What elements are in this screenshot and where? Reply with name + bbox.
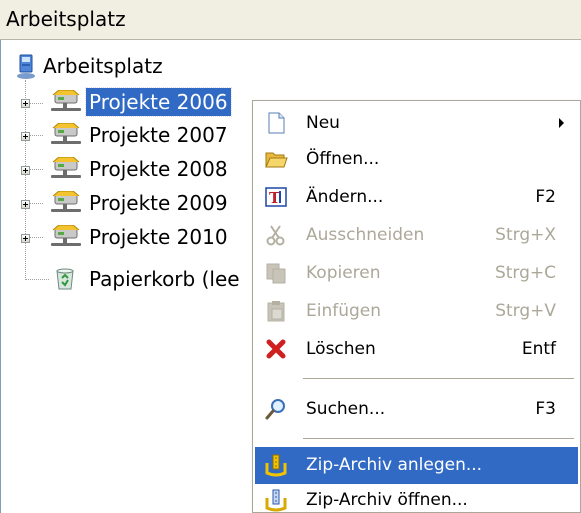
menu-item-shortcut: F3 xyxy=(535,399,556,419)
tree-item-projekte-2007[interactable]: Projekte 2007 xyxy=(1,121,261,151)
menu-item-shortcut: Strg+V xyxy=(495,301,556,321)
menu-item-search[interactable]: Suchen... F3 xyxy=(255,391,578,428)
tree-item-projekte-2006[interactable]: Projekte 2006 xyxy=(1,87,261,118)
menu-item-label: Ändern... xyxy=(306,187,384,207)
tree-root-item[interactable]: Arbeitsplatz xyxy=(15,53,315,83)
tree-item-recycle-bin[interactable]: Papierkorb (lee xyxy=(1,265,261,295)
copy-icon xyxy=(266,263,286,284)
tree-item-label: Projekte 2006 xyxy=(85,87,232,117)
tree-item-projekte-2009[interactable]: Projekte 2009 xyxy=(1,189,261,219)
delete-icon xyxy=(266,339,286,359)
scissors-icon xyxy=(266,225,285,246)
menu-item-label: Einfügen xyxy=(306,301,382,321)
expand-toggle-icon[interactable] xyxy=(21,99,30,108)
network-drive-icon xyxy=(51,90,81,111)
menu-item-copy[interactable]: Kopieren Strg+C xyxy=(255,255,578,292)
tree-item-label: Projekte 2007 xyxy=(89,123,228,147)
paste-icon xyxy=(267,301,285,322)
menu-separator xyxy=(303,438,574,439)
rename-icon: T xyxy=(265,187,287,207)
menu-item-cut[interactable]: Ausschneiden Strg+X xyxy=(255,217,578,254)
expand-toggle-icon[interactable] xyxy=(21,132,30,141)
menu-item-shortcut: Strg+X xyxy=(495,225,556,245)
tree-item-label: Projekte 2010 xyxy=(89,225,228,249)
zip-open-icon xyxy=(265,489,287,512)
expand-toggle-icon[interactable] xyxy=(21,234,30,243)
menu-item-label: Ausschneiden xyxy=(306,225,425,245)
menu-item-label: Öffnen... xyxy=(306,149,380,169)
tree-item-label: Projekte 2009 xyxy=(89,191,228,215)
menu-item-delete[interactable]: Löschen Entf xyxy=(255,331,578,368)
tree-item-label: Projekte 2008 xyxy=(89,157,228,181)
submenu-arrow-icon xyxy=(559,118,564,128)
menu-item-label: Zip-Archiv anlegen... xyxy=(306,455,483,475)
menu-item-zip-create[interactable]: Zip-Archiv anlegen... xyxy=(255,447,578,484)
expand-toggle-icon[interactable] xyxy=(21,166,30,175)
menu-item-shortcut: Strg+C xyxy=(494,263,556,283)
menu-item-label: Zip-Archiv öffnen... xyxy=(306,490,468,510)
network-drive-icon xyxy=(51,157,81,178)
recycle-bin-icon xyxy=(56,268,74,290)
tree-root-label: Arbeitsplatz xyxy=(43,54,163,78)
menu-item-label: Löschen xyxy=(306,339,376,359)
title-bar: Arbeitsplatz xyxy=(0,0,581,40)
menu-item-rename[interactable]: T Ändern... F2 xyxy=(255,179,578,216)
tree-item-projekte-2010[interactable]: Projekte 2010 xyxy=(1,223,261,253)
expand-toggle-icon[interactable] xyxy=(21,200,30,209)
menu-item-paste[interactable]: Einfügen Strg+V xyxy=(255,293,578,330)
open-folder-icon xyxy=(265,152,288,168)
menu-item-open[interactable]: Öffnen... xyxy=(255,141,578,178)
zip-create-icon xyxy=(265,454,287,477)
my-computer-icon xyxy=(17,54,35,79)
context-menu: Neu Öffnen... T Ändern... F2 Ausschneide… xyxy=(252,100,581,513)
new-document-icon xyxy=(268,112,285,134)
explorer-window: Arbeitsplatz Arbeitsplatz Projekte 2006 … xyxy=(0,0,581,513)
menu-item-label: Neu xyxy=(306,113,340,133)
menu-item-label: Kopieren xyxy=(306,263,381,283)
network-drive-icon xyxy=(51,123,81,144)
menu-item-label: Suchen... xyxy=(306,399,386,419)
tree-item-projekte-2008[interactable]: Projekte 2008 xyxy=(1,155,261,185)
menu-separator xyxy=(303,378,574,379)
menu-item-shortcut: Entf xyxy=(521,339,556,359)
tree-item-label: Papierkorb (lee xyxy=(89,267,240,291)
menu-item-shortcut: F2 xyxy=(535,187,556,207)
network-drive-icon xyxy=(51,225,81,246)
search-icon xyxy=(265,399,285,420)
window-title: Arbeitsplatz xyxy=(6,7,126,31)
network-drive-icon xyxy=(51,191,81,212)
menu-item-zip-open[interactable]: Zip-Archiv öffnen... xyxy=(255,482,578,512)
menu-item-new[interactable]: Neu xyxy=(255,105,578,142)
